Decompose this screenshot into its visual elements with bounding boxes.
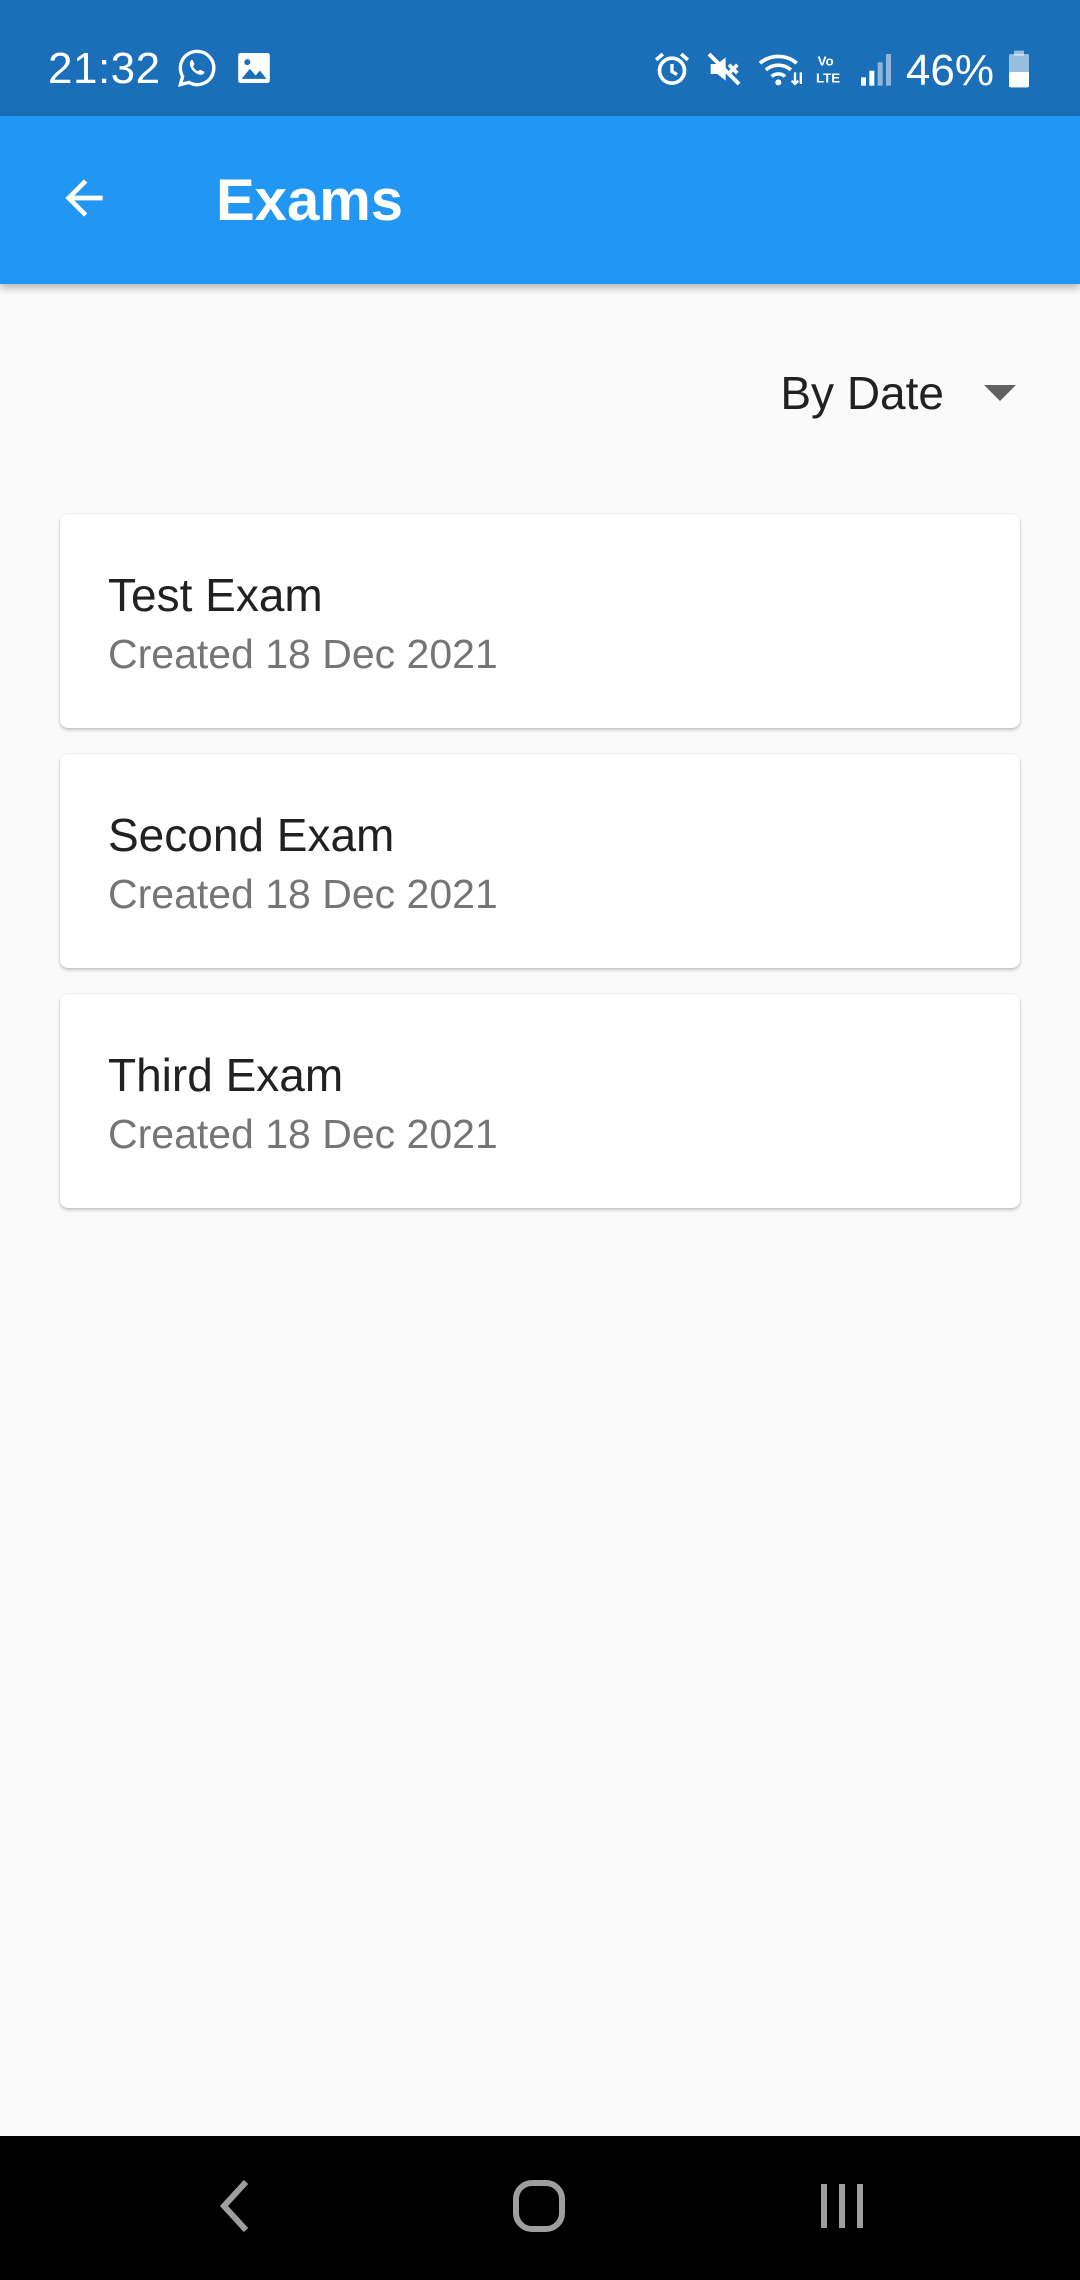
arrow-back-icon <box>56 170 112 231</box>
svg-text:Vo: Vo <box>818 53 834 68</box>
exam-title: Test Exam <box>108 569 323 621</box>
nav-home-button[interactable] <box>479 2166 599 2250</box>
status-time: 21:32 <box>48 44 161 93</box>
back-nav-icon <box>214 2176 258 2241</box>
mute-icon <box>704 49 744 94</box>
svg-text:LTE: LTE <box>816 70 840 85</box>
sort-dropdown[interactable]: By Date <box>780 358 1016 428</box>
status-left-icons <box>176 48 274 92</box>
alarm-icon <box>652 49 692 94</box>
recents-nav-icon <box>814 2178 870 2239</box>
signal-icon <box>858 49 894 94</box>
nav-recents-button[interactable] <box>782 2166 902 2250</box>
exam-created-date: Created 18 Dec 2021 <box>108 631 498 677</box>
dropdown-caret-icon <box>984 385 1016 401</box>
home-nav-icon <box>511 2178 567 2239</box>
system-nav-bar <box>0 2136 1080 2280</box>
wifi-icon <box>756 49 804 94</box>
exam-title: Third Exam <box>108 1049 344 1101</box>
volte-icon: Vo LTE <box>816 49 846 94</box>
back-button[interactable] <box>36 156 132 244</box>
page-title: Exams <box>216 168 404 233</box>
exam-card[interactable]: Second Exam Created 18 Dec 2021 <box>60 754 1020 968</box>
exam-card[interactable]: Test Exam Created 18 Dec 2021 <box>60 514 1020 728</box>
status-right-icons: Vo LTE 46% <box>652 44 1032 98</box>
exam-created-date: Created 18 Dec 2021 <box>108 871 498 917</box>
exam-title: Second Exam <box>108 809 395 861</box>
status-bar: 21:32 Vo LTE 46% <box>0 0 1080 116</box>
whatsapp-icon <box>176 47 218 94</box>
screen: 21:32 Vo LTE 46% Exams By Date Test Exam… <box>0 0 1080 2280</box>
exam-card[interactable]: Third Exam Created 18 Dec 2021 <box>60 994 1020 1208</box>
exam-created-date: Created 18 Dec 2021 <box>108 1111 498 1157</box>
sort-selected-value: By Date <box>780 367 944 419</box>
battery-percent: 46% <box>905 46 994 95</box>
image-icon <box>234 48 274 93</box>
app-bar: Exams <box>0 116 1080 284</box>
battery-icon <box>1006 49 1032 94</box>
nav-back-button[interactable] <box>176 2166 296 2250</box>
